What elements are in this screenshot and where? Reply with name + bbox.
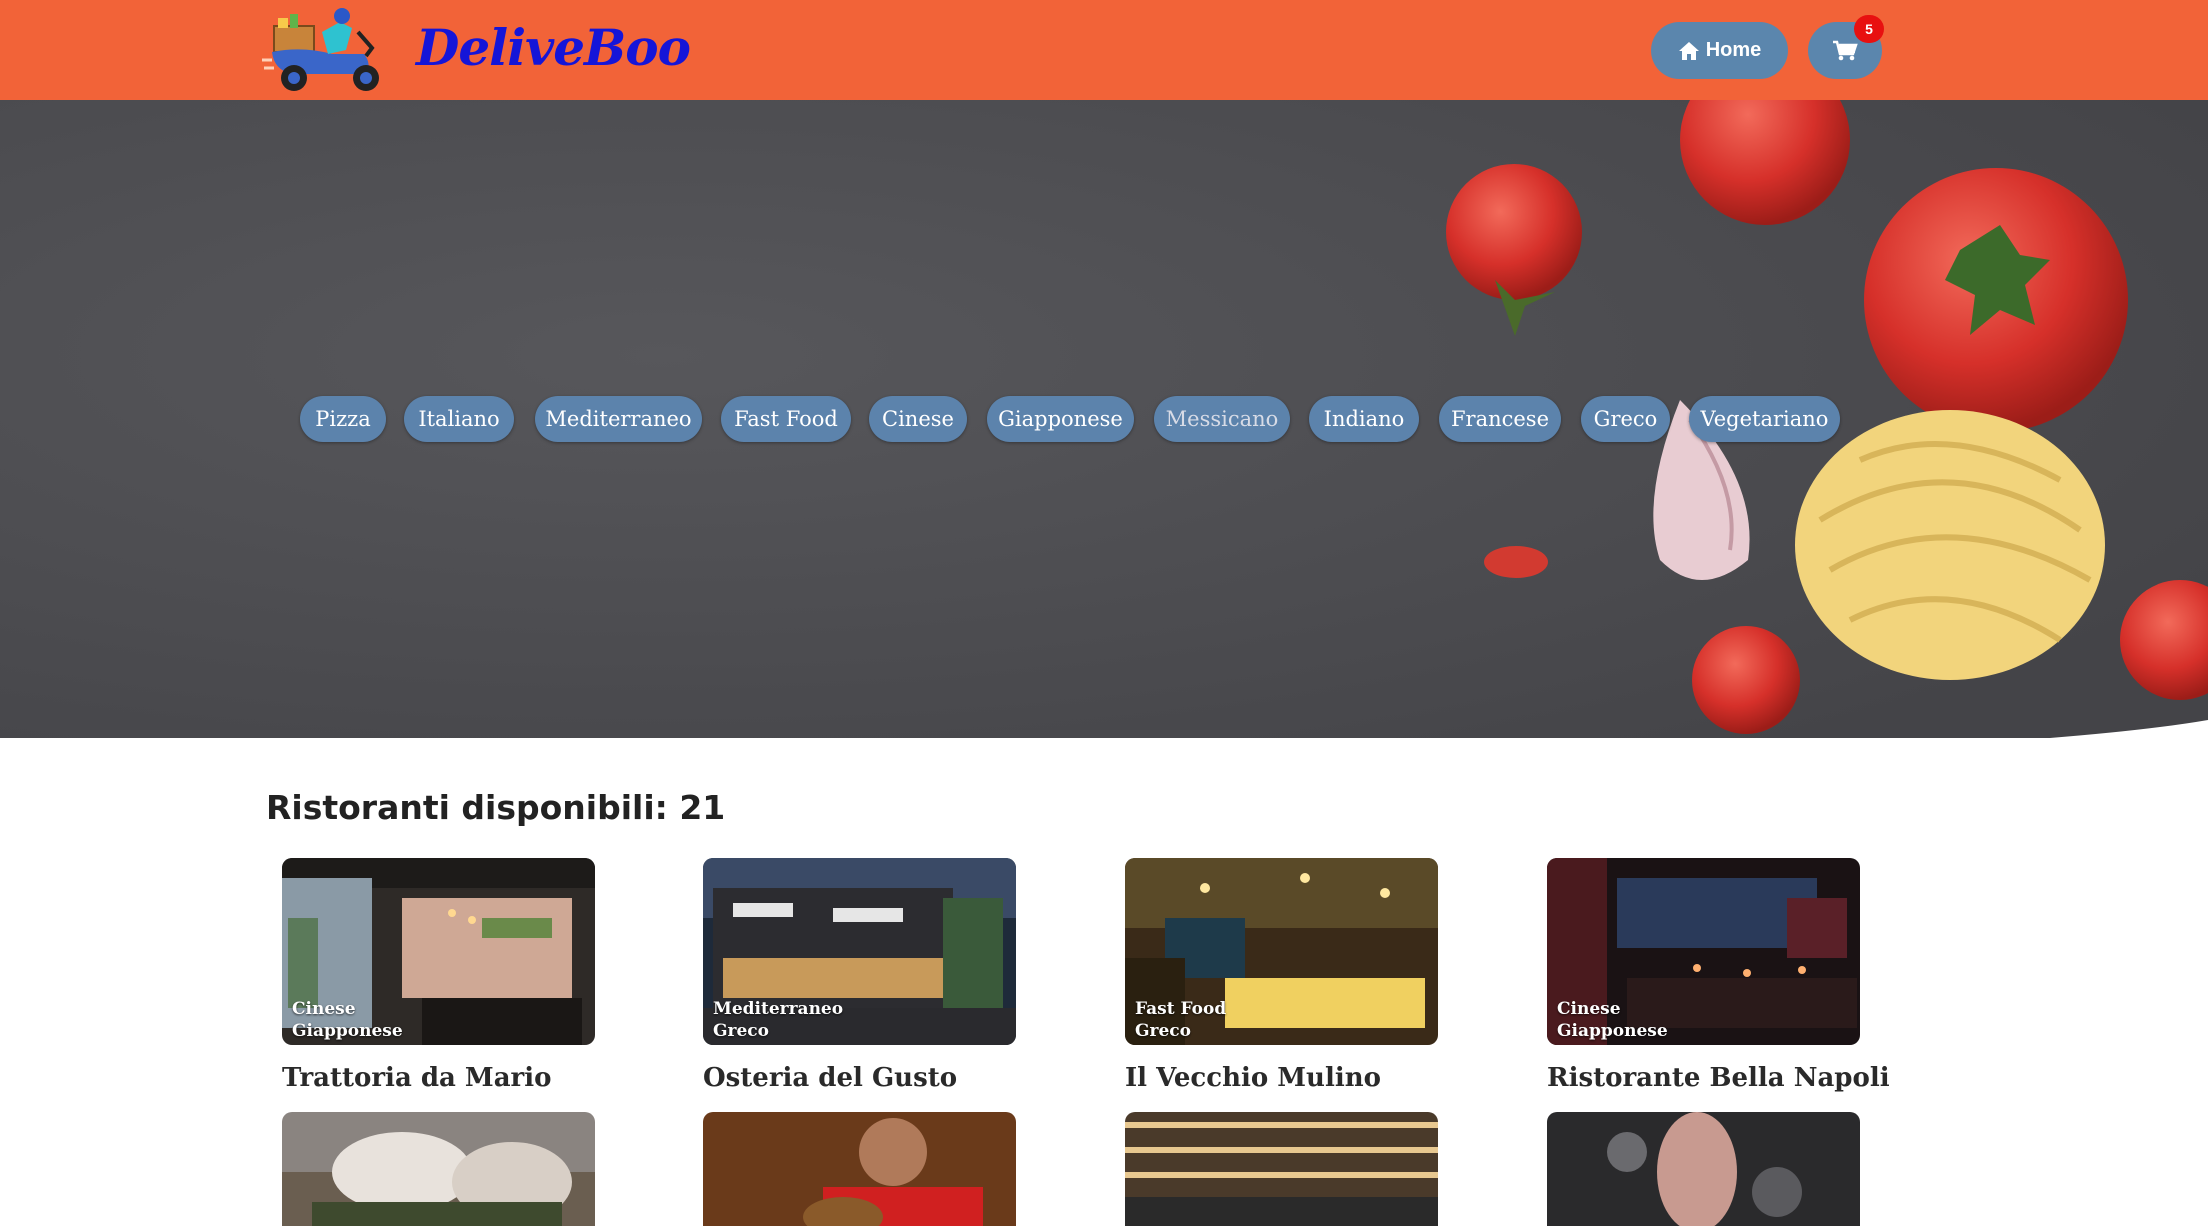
- restaurant-name[interactable]: Osteria del Gusto: [703, 1063, 957, 1093]
- category-chip-fast-food[interactable]: Fast Food: [721, 396, 851, 442]
- shopping-cart-icon: [1833, 40, 1858, 60]
- restaurant-name[interactable]: Ristorante Bella Napoli: [1547, 1063, 1890, 1093]
- home-button[interactable]: Home: [1651, 22, 1788, 79]
- restaurant-name[interactable]: Il Vecchio Mulino: [1125, 1063, 1381, 1093]
- house-icon: [1678, 41, 1699, 60]
- restaurant-tag: Fast Food: [1135, 999, 1227, 1019]
- scooter-logo-icon: [262, 8, 379, 91]
- category-chip-italiano[interactable]: Italiano: [404, 396, 514, 442]
- category-chip-indiano[interactable]: Indiano: [1309, 396, 1419, 442]
- restaurant-name[interactable]: Trattoria da Mario: [282, 1063, 551, 1093]
- brand-logo[interactable]: DeliveBoo: [262, 4, 691, 96]
- home-button-label: Home: [1705, 39, 1762, 61]
- restaurant-photo[interactable]: [1125, 1112, 1438, 1226]
- category-chip-messicano[interactable]: Messicano: [1154, 396, 1290, 442]
- category-chip-mediterraneo[interactable]: Mediterraneo: [535, 396, 702, 442]
- restaurant-photo[interactable]: [282, 1112, 595, 1226]
- cart-count-badge: 5: [1854, 15, 1884, 43]
- category-chip-cinese[interactable]: Cinese: [869, 396, 967, 442]
- category-chip-greco[interactable]: Greco: [1581, 396, 1670, 442]
- restaurant-tag: Giapponese: [1557, 1021, 1668, 1041]
- restaurant-tag: Greco: [1135, 1021, 1191, 1041]
- brand-name: DeliveBoo: [416, 18, 691, 77]
- hero-banner: Pizza Italiano Mediterraneo Fast Food Ci…: [0, 100, 2208, 738]
- restaurant-tag: Giapponese: [292, 1021, 403, 1041]
- restaurants-count-title: Ristoranti disponibili: 21: [266, 788, 726, 827]
- restaurant-photo[interactable]: [1547, 1112, 1860, 1226]
- category-chip-giapponese[interactable]: Giapponese: [987, 396, 1134, 442]
- category-chip-pizza[interactable]: Pizza: [300, 396, 386, 442]
- top-navbar: DeliveBoo Home 5: [0, 0, 2208, 100]
- restaurant-tag: Cinese: [1557, 999, 1621, 1019]
- restaurant-tag: Mediterraneo: [713, 999, 844, 1019]
- restaurant-photo[interactable]: [703, 1112, 1016, 1226]
- restaurant-tag: Cinese: [292, 999, 356, 1019]
- restaurant-tag: Greco: [713, 1021, 769, 1041]
- category-chip-vegetariano[interactable]: Vegetariano: [1689, 396, 1840, 442]
- category-chip-francese[interactable]: Francese: [1439, 396, 1561, 442]
